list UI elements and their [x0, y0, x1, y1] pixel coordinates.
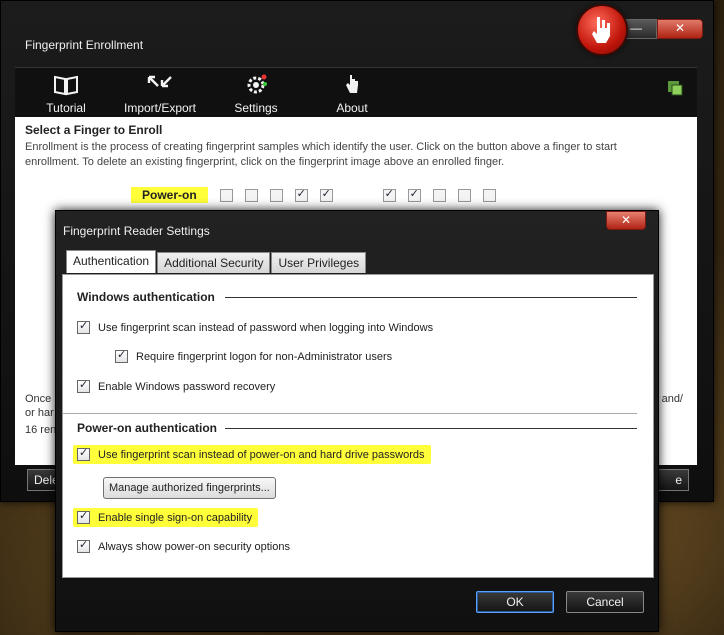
finger-checkbox[interactable]: [219, 188, 233, 202]
settings-tabs: Authentication Additional Security User …: [66, 250, 367, 273]
finger-checkbox[interactable]: [457, 188, 471, 202]
finger-checkbox[interactable]: [407, 187, 421, 202]
tutorial-label: Tutorial: [46, 101, 86, 115]
import-export-tool[interactable]: Import/Export: [115, 70, 205, 115]
option-label: Require fingerprint logon for non-Admini…: [136, 350, 393, 363]
import-export-label: Import/Export: [123, 101, 197, 115]
toolbar: Tutorial Import/Export Settings About: [15, 67, 697, 118]
section-separator: [63, 413, 637, 414]
option-use-fingerprint-poweron[interactable]: Use fingerprint scan instead of power-on…: [73, 445, 431, 464]
option-windows-password-recovery[interactable]: Enable Windows password recovery: [77, 378, 276, 393]
hand-icon: [592, 17, 610, 43]
window-controls: — ✕: [615, 19, 703, 39]
tab-user-privileges[interactable]: User Privileges: [271, 252, 367, 273]
option-single-sign-on[interactable]: Enable single sign-on capability: [73, 508, 259, 527]
left-hand-fingers: [208, 187, 333, 202]
finger-checkbox[interactable]: [244, 188, 258, 202]
option-require-fingerprint-logon[interactable]: Require fingerprint logon for non-Admini…: [115, 348, 393, 363]
checkbox[interactable]: [77, 446, 90, 461]
settings-tool[interactable]: Settings: [211, 70, 301, 115]
gear-icon: [247, 74, 267, 94]
checkbox[interactable]: [77, 509, 90, 524]
finger-checkbox[interactable]: [382, 187, 396, 202]
partial-text-once: Once: [25, 393, 52, 405]
finger-checkbox[interactable]: [294, 187, 308, 202]
manage-fingerprints-button[interactable]: Manage authorized fingerprints...: [103, 477, 276, 499]
window-title: Fingerprint Enrollment: [25, 38, 144, 52]
partial-text-right: and/: [661, 393, 683, 405]
close-button[interactable]: ✕: [657, 19, 703, 39]
finger-checkbox[interactable]: [269, 188, 283, 202]
status-icon: [668, 81, 683, 96]
tutorial-tool[interactable]: Tutorial: [21, 70, 111, 115]
right-hand-fingers: [371, 187, 496, 202]
fingerprint-app-logo: [576, 4, 628, 56]
book-icon: [54, 75, 78, 96]
windows-auth-heading: Windows authentication: [77, 290, 215, 304]
checkbox[interactable]: [115, 348, 128, 363]
option-label: Enable single sign-on capability: [98, 511, 253, 524]
option-always-show-poweron[interactable]: Always show power-on security options: [77, 538, 290, 553]
enroll-heading: Select a Finger to Enroll: [25, 123, 163, 137]
section-divider: [225, 428, 637, 429]
arrows-icon: [147, 75, 172, 88]
option-label: Use fingerprint scan instead of power-on…: [98, 448, 425, 461]
enroll-description: Enrollment is the process of creating fi…: [25, 141, 617, 168]
tab-authentication[interactable]: Authentication: [66, 250, 157, 273]
checkbox[interactable]: [77, 378, 90, 393]
tab-additional-security[interactable]: Additional Security: [157, 252, 271, 273]
ok-button[interactable]: OK: [476, 591, 554, 613]
authentication-panel: Windows authentication Use fingerprint s…: [62, 274, 654, 578]
checkbox[interactable]: [77, 538, 90, 553]
poweron-auth-heading: Power-on authentication: [77, 421, 218, 435]
finger-checkbox[interactable]: [319, 187, 333, 202]
settings-label: Settings: [234, 101, 278, 115]
partial-text-or: or har: [25, 407, 54, 419]
finger-checkbox[interactable]: [482, 188, 496, 202]
hand-icon: [346, 75, 358, 93]
partial-text-remaining: 16 ren: [25, 424, 57, 436]
about-tool[interactable]: About: [307, 70, 397, 115]
section-divider: [225, 297, 637, 298]
option-label: Use fingerprint scan instead of password…: [98, 321, 434, 334]
checkbox[interactable]: [77, 319, 90, 334]
fingerprint-reader-settings-dialog: Fingerprint Reader Settings ✕ Authentica…: [55, 210, 659, 632]
about-label: About: [336, 101, 368, 115]
finger-selector-row: Power-on: [131, 187, 496, 203]
option-label: Always show power-on security options: [98, 540, 290, 553]
option-label: Enable Windows password recovery: [98, 380, 276, 393]
cancel-button[interactable]: Cancel: [566, 591, 644, 613]
finger-checkbox[interactable]: [432, 188, 446, 202]
poweron-label: Power-on: [131, 187, 208, 203]
dialog-close-button[interactable]: ✕: [606, 211, 646, 230]
option-use-fingerprint-windows[interactable]: Use fingerprint scan instead of password…: [77, 319, 434, 334]
dialog-title: Fingerprint Reader Settings: [63, 224, 210, 238]
